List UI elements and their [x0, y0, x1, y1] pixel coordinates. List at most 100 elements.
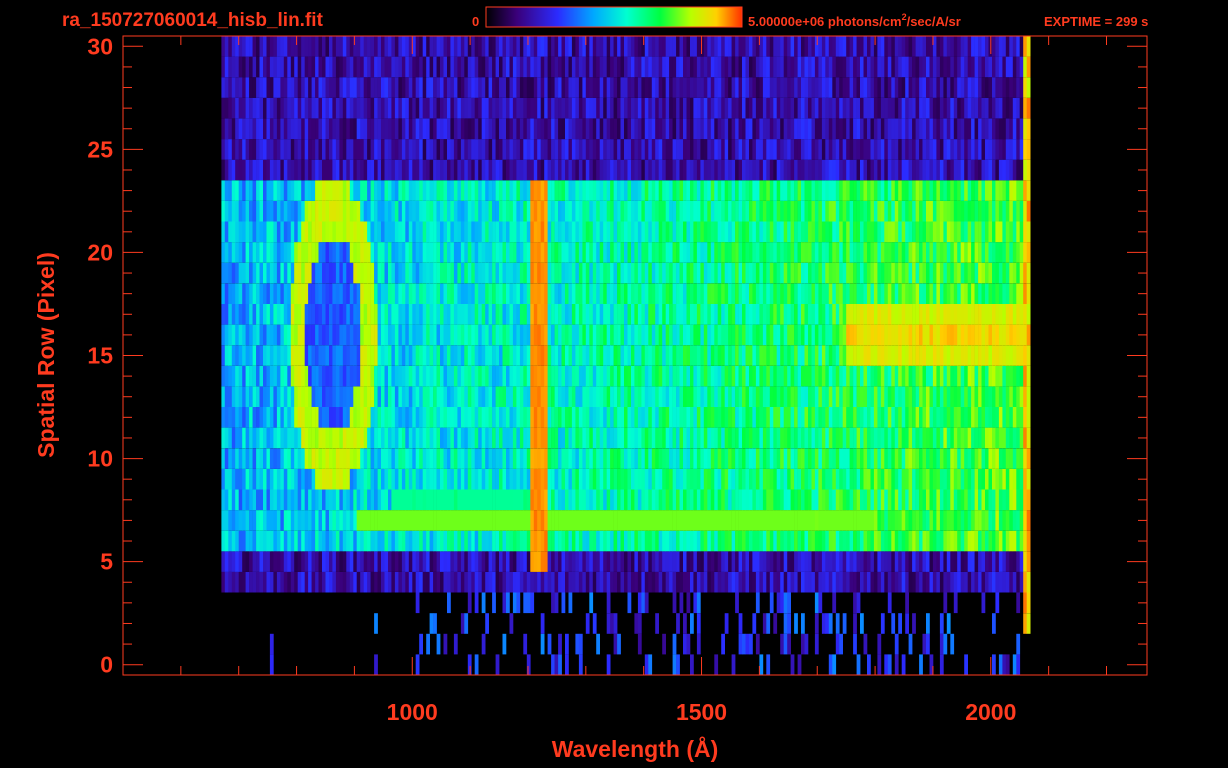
- heatmap-cell: [797, 365, 802, 387]
- heatmap-cell: [433, 489, 437, 511]
- heatmap-cell: [644, 386, 649, 407]
- heatmap-cell: [460, 324, 465, 346]
- heatmap-cell: [728, 468, 732, 490]
- heatmap-cell: [1023, 571, 1027, 593]
- heatmap-cell: [325, 510, 330, 531]
- heatmap-cell: [523, 510, 528, 531]
- heatmap-cell: [315, 468, 319, 490]
- heatmap-cell: [787, 200, 791, 222]
- heatmap-cell: [669, 407, 673, 428]
- heatmap-cell: [467, 386, 472, 407]
- heatmap-cell: [238, 571, 243, 593]
- heatmap-cell: [224, 571, 229, 593]
- heatmap-cell: [905, 592, 909, 614]
- heatmap-cell: [596, 407, 600, 428]
- heatmap-cell: [731, 262, 736, 284]
- heatmap-cell: [950, 633, 955, 655]
- heatmap-cell: [353, 468, 358, 490]
- heatmap-cell: [585, 324, 590, 346]
- heatmap-cell: [551, 324, 555, 346]
- heatmap-cell: [995, 489, 1000, 511]
- heatmap-cell: [849, 180, 854, 201]
- heatmap-cell: [471, 489, 476, 511]
- heatmap-cell: [887, 489, 892, 511]
- heatmap-cell: [877, 427, 882, 449]
- heatmap-cell: [322, 530, 326, 552]
- heatmap-cell: [235, 489, 239, 511]
- heatmap-cell: [901, 551, 906, 572]
- heatmap-cell: [832, 592, 837, 614]
- heatmap-cell: [419, 633, 423, 655]
- heatmap-cell: [995, 262, 1000, 284]
- heatmap-cell: [749, 324, 753, 346]
- heatmap-cell: [981, 345, 986, 366]
- heatmap-cell: [297, 448, 302, 469]
- heatmap-cell: [1005, 345, 1010, 366]
- heatmap-cell: [891, 551, 896, 572]
- heatmap-cell: [658, 489, 663, 511]
- heatmap-cell: [363, 530, 368, 552]
- heatmap-cell: [856, 180, 861, 201]
- heatmap-cell: [738, 180, 743, 201]
- heatmap-cell: [440, 365, 444, 387]
- heatmap-cell: [787, 613, 791, 634]
- heatmap-cell: [440, 345, 444, 366]
- heatmap-cell: [936, 407, 941, 428]
- heatmap-cell: [1023, 551, 1027, 572]
- heatmap-cell: [884, 468, 889, 490]
- heatmap-cell: [592, 571, 597, 593]
- heatmap-cell: [842, 530, 847, 552]
- heatmap-cell: [950, 468, 955, 490]
- heatmap-cell: [221, 324, 226, 346]
- heatmap-cell: [835, 180, 840, 201]
- heatmap-cell: [370, 571, 375, 593]
- heatmap-cell: [537, 510, 541, 531]
- heatmap-cell: [683, 200, 687, 222]
- heatmap-cell: [391, 407, 396, 428]
- heatmap-cell: [308, 221, 312, 243]
- heatmap-cell: [1002, 304, 1007, 325]
- heatmap-cell: [519, 386, 524, 407]
- heatmap-cell: [787, 180, 791, 201]
- heatmap-cell: [481, 530, 486, 552]
- heatmap-cell: [978, 468, 982, 490]
- heatmap-cell: [512, 221, 517, 243]
- heatmap-cell: [846, 510, 850, 531]
- heatmap-cell: [985, 365, 989, 387]
- heatmap-cell: [735, 324, 739, 346]
- heatmap-cell: [710, 407, 715, 428]
- heatmap-cell: [419, 386, 423, 407]
- heatmap-cell: [953, 386, 958, 407]
- heatmap-cell: [492, 489, 496, 511]
- heatmap-cell: [846, 448, 850, 469]
- heatmap-cell: [516, 551, 521, 572]
- heatmap-cell: [964, 571, 968, 593]
- heatmap-cell: [422, 283, 427, 304]
- heatmap-cell: [919, 324, 923, 346]
- heatmap-cell: [356, 530, 361, 552]
- heatmap-cell: [745, 180, 750, 201]
- heatmap-cell: [332, 571, 337, 593]
- heatmap-cell: [759, 262, 764, 284]
- heatmap-cell: [627, 365, 632, 387]
- heatmap-cell: [578, 427, 583, 449]
- heatmap-cell: [335, 571, 340, 593]
- heatmap-cell: [318, 200, 323, 222]
- heatmap-cell: [943, 324, 948, 346]
- heatmap-cell: [589, 180, 594, 201]
- heatmap-cell: [481, 489, 486, 511]
- heatmap-cell: [304, 448, 309, 469]
- heatmap-cell: [516, 283, 521, 304]
- heatmap-cell: [374, 407, 378, 428]
- heatmap-cell: [374, 304, 378, 325]
- heatmap-cell: [401, 551, 406, 572]
- heatmap-cell: [634, 468, 639, 490]
- heatmap-cell: [717, 345, 722, 366]
- heatmap-cell: [676, 200, 680, 222]
- heatmap-cell: [860, 180, 864, 201]
- heatmap-cell: [870, 407, 875, 428]
- heatmap-cell: [540, 304, 545, 325]
- heatmap-cell: [436, 530, 441, 552]
- heatmap-cell: [783, 489, 788, 511]
- heatmap-cell: [235, 365, 239, 387]
